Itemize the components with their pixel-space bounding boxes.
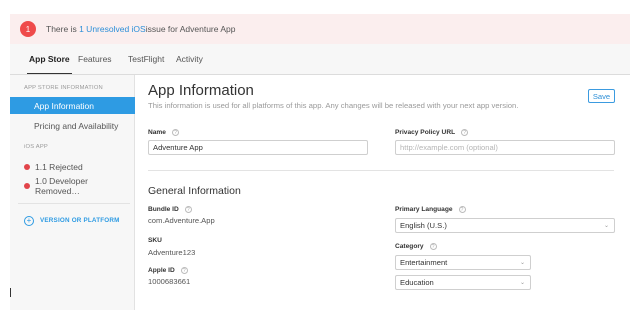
primary-category-select[interactable]: Entertainment ⌄ bbox=[395, 255, 531, 270]
privacy-url-label-text: Privacy Policy URL bbox=[395, 129, 456, 136]
help-icon[interactable]: ? bbox=[429, 243, 437, 250]
sku-value: Adventure123 bbox=[148, 248, 196, 257]
category-label-text: Category bbox=[395, 243, 424, 250]
sku-label-text: SKU bbox=[148, 237, 162, 244]
help-icon[interactable]: ? bbox=[180, 267, 188, 274]
bundle-id-label-text: Bundle ID bbox=[148, 206, 179, 213]
chevron-down-icon: ⌄ bbox=[519, 280, 525, 286]
alert-prefix: There is bbox=[46, 24, 77, 34]
name-field[interactable]: Adventure App bbox=[148, 140, 368, 155]
top-tabs: App Store Features TestFlight Activity bbox=[10, 44, 630, 74]
primary-language-label: Primary Language? bbox=[395, 206, 466, 213]
bundle-id-value: com.Adventure.App bbox=[148, 216, 215, 225]
alert-count-badge: 1 bbox=[20, 21, 36, 37]
privacy-url-label: Privacy Policy URL? bbox=[395, 129, 469, 136]
secondary-category-select[interactable]: Education ⌄ bbox=[395, 275, 531, 290]
help-icon[interactable]: ? bbox=[461, 129, 469, 136]
page-title: App Information bbox=[148, 82, 254, 99]
name-label-text: Name bbox=[148, 129, 166, 136]
alert-banner: 1 There is 1 Unresolved iOS issue for Ad… bbox=[10, 14, 630, 44]
primary-category-value: Entertainment bbox=[400, 258, 448, 267]
alert-suffix: issue for Adventure App bbox=[145, 24, 236, 34]
sidebar-divider bbox=[18, 203, 130, 204]
help-icon[interactable]: ? bbox=[171, 129, 179, 136]
save-button[interactable]: Save bbox=[588, 89, 615, 103]
rejected-status-dot bbox=[24, 163, 30, 170]
general-information-title: General Information bbox=[148, 185, 241, 197]
page-subtitle: This information is used for all platfor… bbox=[148, 101, 519, 110]
removed-status-dot bbox=[24, 182, 30, 189]
category-label: Category? bbox=[395, 243, 437, 250]
text-cursor bbox=[10, 288, 11, 297]
unresolved-issue-link[interactable]: 1 Unresolved iOS bbox=[79, 24, 146, 34]
sidebar-item-pricing[interactable]: Pricing and Availability bbox=[10, 117, 135, 134]
sidebar-heading-app-store: APP STORE INFORMATION bbox=[24, 85, 103, 91]
chevron-down-icon: ⌄ bbox=[603, 223, 609, 229]
tab-features[interactable]: Features bbox=[78, 44, 112, 74]
sidebar-item-version-1-1[interactable]: 1.1 Rejected bbox=[10, 158, 135, 175]
plus-circle-icon: + bbox=[24, 215, 34, 226]
primary-language-label-text: Primary Language bbox=[395, 206, 453, 213]
help-icon[interactable]: ? bbox=[184, 206, 192, 213]
tab-testflight[interactable]: TestFlight bbox=[128, 44, 164, 74]
sku-label: SKU bbox=[148, 237, 162, 244]
sidebar-item-version-1-0[interactable]: 1.0 Developer Removed… bbox=[10, 175, 135, 196]
tab-app-store[interactable]: App Store bbox=[27, 44, 72, 74]
tab-activity[interactable]: Activity bbox=[176, 44, 203, 74]
add-version-or-platform-button[interactable]: + VERSION OR PLATFORM bbox=[10, 212, 135, 229]
name-label: Name? bbox=[148, 129, 179, 136]
version-1-1-label: 1.1 Rejected bbox=[35, 161, 83, 172]
apple-id-label-text: Apple ID bbox=[148, 267, 175, 274]
secondary-category-value: Education bbox=[400, 278, 434, 287]
section-divider bbox=[148, 170, 614, 171]
sidebar: APP STORE INFORMATION App Information Pr… bbox=[10, 75, 135, 310]
sidebar-item-app-information[interactable]: App Information bbox=[10, 97, 135, 114]
apple-id-label: Apple ID? bbox=[148, 267, 188, 274]
bundle-id-label: Bundle ID? bbox=[148, 206, 192, 213]
help-icon[interactable]: ? bbox=[458, 206, 466, 213]
sidebar-heading-ios-app: iOS APP bbox=[24, 144, 48, 150]
add-version-label: VERSION OR PLATFORM bbox=[40, 217, 120, 224]
chevron-down-icon: ⌄ bbox=[519, 260, 525, 266]
privacy-url-field[interactable]: http://example.com (optional) bbox=[395, 140, 615, 155]
apple-id-value: 1000683661 bbox=[148, 277, 191, 286]
primary-language-select[interactable]: English (U.S.) ⌄ bbox=[395, 218, 615, 233]
version-1-0-label: 1.0 Developer Removed… bbox=[35, 175, 88, 196]
primary-language-value: English (U.S.) bbox=[400, 221, 447, 230]
